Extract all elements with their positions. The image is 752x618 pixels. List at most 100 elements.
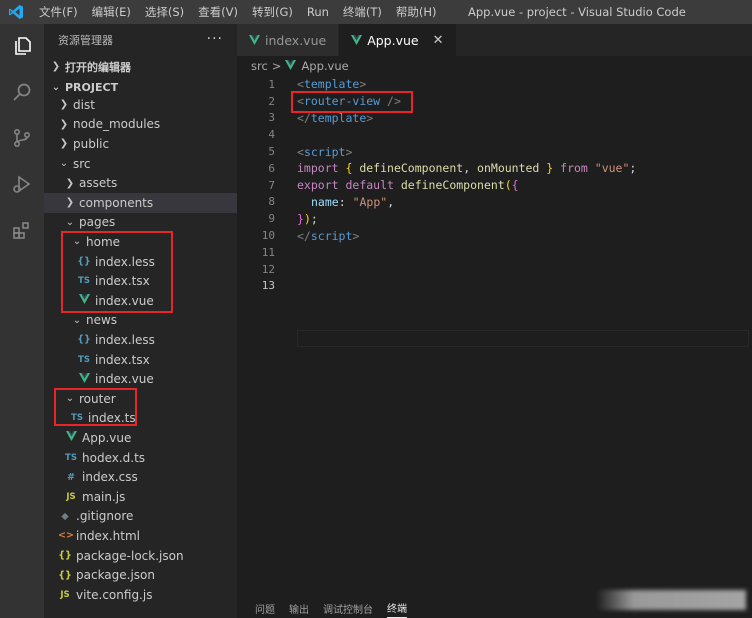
tree-file-vite-config-js[interactable]: JS vite.config.js xyxy=(44,585,237,605)
tab-index-vue[interactable]: index.vue xyxy=(237,24,340,56)
tree-item-label: package-lock.json xyxy=(76,548,184,563)
files-icon[interactable] xyxy=(0,26,44,66)
line-number: 3 xyxy=(268,111,275,125)
tree-item-label: vite.config.js xyxy=(76,587,153,602)
line-number: 11 xyxy=(261,245,275,259)
ts-file-icon: TS xyxy=(65,452,77,463)
vue-file-icon xyxy=(77,372,91,386)
vue-file-icon xyxy=(249,33,260,48)
code-line: 12 xyxy=(237,261,752,278)
tree-item-label: index.tsx xyxy=(95,352,150,367)
tree-folder-news[interactable]: ⌄ news xyxy=(44,311,237,331)
breadcrumb-file[interactable]: App.vue xyxy=(301,59,348,73)
tree-file-index-css[interactable]: # index.css xyxy=(44,467,237,487)
tree-file-news-index-less[interactable]: {} index.less xyxy=(44,330,237,350)
line-number: 13 xyxy=(261,279,275,293)
tree-item-label: src xyxy=(73,156,91,171)
editor-tabs: index.vue App.vue ✕ xyxy=(237,24,752,56)
source-control-icon[interactable] xyxy=(0,118,44,158)
tree-item-label: index.vue xyxy=(95,372,154,387)
chevron-right-icon: ❯ xyxy=(65,177,75,189)
tree-item-label: index.css xyxy=(82,470,138,485)
tree-file-news-index-tsx[interactable]: TS index.tsx xyxy=(44,350,237,370)
chevron-down-icon: ⌄ xyxy=(59,158,69,170)
line-number: 9 xyxy=(268,212,275,226)
tree-folder-node-modules[interactable]: ❯ node_modules xyxy=(44,115,237,135)
tree-item-label: .gitignore xyxy=(76,509,134,524)
menu-edit[interactable]: 编辑(E) xyxy=(85,0,138,24)
project-label: PROJECT xyxy=(65,81,119,94)
file-tree: ❯ dist ❯ node_modules ❯ public ⌄ src ❯ a… xyxy=(44,95,237,615)
tree-folder-dist[interactable]: ❯ dist xyxy=(44,95,237,115)
activity-bar xyxy=(0,24,44,618)
tree-folder-components[interactable]: ❯ components xyxy=(44,193,237,213)
tree-folder-src[interactable]: ⌄ src xyxy=(44,154,237,174)
tree-folder-pages[interactable]: ⌄ pages xyxy=(44,213,237,233)
chevron-right-icon: ❯ xyxy=(65,197,75,209)
code-line: 7 export default defineComponent({ xyxy=(237,177,752,194)
tab-label: App.vue xyxy=(367,32,419,48)
line-number: 7 xyxy=(268,178,275,192)
vscode-logo-icon xyxy=(0,0,32,24)
tab-app-vue[interactable]: App.vue ✕ xyxy=(339,24,457,56)
explorer-sidebar: 资源管理器 ··· ❯ 打开的编辑器 ⌄ PROJECT ❯ dist ❯ no… xyxy=(44,24,237,618)
chevron-right-icon: ❯ xyxy=(59,118,69,130)
panel-tab-debug-console[interactable]: 调试控制台 xyxy=(323,604,373,618)
ts-file-icon: TS xyxy=(78,354,90,365)
tree-item-label: assets xyxy=(79,176,118,191)
close-icon[interactable]: ✕ xyxy=(433,33,444,48)
menu-view[interactable]: 查看(V) xyxy=(191,0,245,24)
html-file-icon: <> xyxy=(58,530,74,542)
tree-file-index-html[interactable]: <> index.html xyxy=(44,526,237,546)
editor-area: index.vue App.vue ✕ src > App.vue 1 <tem… xyxy=(237,24,752,618)
menu-bar: 文件(F) 编辑(E) 选择(S) 查看(V) 转到(G) Run 终端(T) … xyxy=(32,0,444,24)
panel-tab-output[interactable]: 输出 xyxy=(289,604,309,618)
code-line: 9 }); xyxy=(237,210,752,227)
tree-item-label: hodex.d.ts xyxy=(82,450,146,465)
tree-file-app-vue[interactable]: App.vue xyxy=(44,428,237,448)
chevron-down-icon: ⌄ xyxy=(51,82,61,93)
title-bar: 文件(F) 编辑(E) 选择(S) 查看(V) 转到(G) Run 终端(T) … xyxy=(0,0,752,24)
extensions-icon[interactable] xyxy=(0,210,44,250)
panel-tab-terminal[interactable]: 终端 xyxy=(387,603,407,618)
panel-tab-problems[interactable]: 问题 xyxy=(255,604,275,618)
menu-run[interactable]: Run xyxy=(300,0,336,24)
menu-file[interactable]: 文件(F) xyxy=(32,0,85,24)
git-file-icon: ◆ xyxy=(61,510,69,522)
tree-file-news-index-vue[interactable]: index.vue xyxy=(44,369,237,389)
menu-go[interactable]: 转到(G) xyxy=(245,0,300,24)
menu-selection[interactable]: 选择(S) xyxy=(138,0,191,24)
tree-folder-assets[interactable]: ❯ assets xyxy=(44,173,237,193)
tree-file-main-js[interactable]: JS main.js xyxy=(44,487,237,507)
run-debug-icon[interactable] xyxy=(0,164,44,204)
chevron-right-icon: ❯ xyxy=(59,138,69,150)
tree-folder-public[interactable]: ❯ public xyxy=(44,134,237,154)
chevron-down-icon: ⌄ xyxy=(65,216,75,228)
tree-item-label: pages xyxy=(79,215,116,230)
window-title: App.vue - project - Visual Studio Code xyxy=(468,5,686,19)
menu-help[interactable]: 帮助(H) xyxy=(389,0,444,24)
search-icon[interactable] xyxy=(0,72,44,112)
breadcrumb-folder[interactable]: src xyxy=(251,59,268,73)
vue-file-icon xyxy=(351,33,363,48)
tree-file-hodex-dts[interactable]: TS hodex.d.ts xyxy=(44,448,237,468)
tree-item-label: dist xyxy=(73,97,95,112)
line-number: 1 xyxy=(268,77,275,91)
chevron-right-icon: ❯ xyxy=(51,61,61,72)
tree-item-label: index.less xyxy=(95,332,155,347)
code-line: 11 xyxy=(237,244,752,261)
more-actions-icon[interactable]: ··· xyxy=(207,32,223,46)
explorer-title: 资源管理器 xyxy=(58,34,113,47)
line-number: 5 xyxy=(268,145,275,159)
open-editors-section[interactable]: ❯ 打开的编辑器 xyxy=(44,56,237,77)
line-number: 8 xyxy=(268,195,275,209)
tree-item-label: package.json xyxy=(76,568,156,583)
tree-item-label: components xyxy=(79,195,154,210)
tree-file-package-json[interactable]: {} package.json xyxy=(44,565,237,585)
menu-terminal[interactable]: 终端(T) xyxy=(336,0,389,24)
line-number: 10 xyxy=(261,229,275,243)
json-file-icon: {} xyxy=(58,569,72,581)
tree-file-package-lock-json[interactable]: {} package-lock.json xyxy=(44,546,237,566)
js-file-icon: JS xyxy=(60,589,70,600)
tree-file-gitignore[interactable]: ◆ .gitignore xyxy=(44,507,237,527)
